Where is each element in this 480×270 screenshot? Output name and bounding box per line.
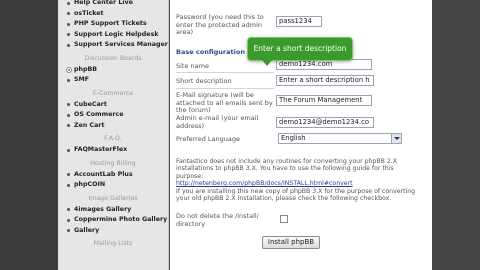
sidebar-heading-hosting: Hosting Billing: [90, 159, 136, 167]
chevron-down-icon[interactable]: [391, 134, 401, 143]
sidebar-group-hosting: AccountLab Plus phpCOIN: [58, 170, 168, 191]
site-name-field[interactable]: demo1234.com: [276, 59, 372, 70]
sidebar-item[interactable]: Support Logic Helpdesk: [58, 30, 168, 41]
email-signature-field[interactable]: The Forum Management: [276, 95, 372, 106]
sidebar-item-label: SMF: [74, 76, 90, 83]
sidebar-group-gallery: 4images Gallery Coppermine Photo Gallery G…: [58, 205, 168, 237]
sidebar-group-ecommerce: CubeCart OS Commerce Zen Cart: [58, 100, 168, 132]
bullet-icon: [67, 1, 70, 5]
left-frame: [0, 0, 58, 270]
bullet-icon: [67, 173, 70, 176]
sidebar-item[interactable]: OS Commerce: [58, 110, 168, 121]
sidebar-item-label: Support Services Manager: [74, 41, 168, 48]
sidebar-item[interactable]: FAQMasterFlex: [58, 145, 168, 156]
divider: [176, 88, 274, 89]
sidebar-item[interactable]: Coppermine Photo Gallery: [58, 215, 168, 226]
sidebar-item-label: Coppermine Photo Gallery: [74, 216, 168, 223]
sidebar-item[interactable]: PHP Support Tickets: [58, 19, 168, 30]
install-phpbb-button[interactable]: Install phpBB: [262, 236, 320, 249]
sidebar-group-support: Help Center Live osTicket PHP Support Tick…: [58, 0, 168, 51]
convert-notice-text-2: If you are installing this new copy of p…: [176, 187, 416, 203]
sidebar-item-label: phpBB: [74, 65, 98, 73]
sidebar-item-label: osTicket: [74, 9, 104, 17]
script-sidebar: Help Center Live osTicket PHP Support Tick…: [58, 0, 169, 270]
sidebar-item[interactable]: Support Services Manager: [58, 40, 168, 51]
bullet-icon: [67, 113, 70, 117]
site-name-label: Site name: [176, 62, 209, 70]
password-field[interactable]: pass1234: [276, 16, 322, 27]
language-select[interactable]: English: [278, 133, 402, 144]
admin-email-label: Admin e-mail (your email address): [176, 114, 259, 130]
short-description-field[interactable]: Enter a short description h: [276, 75, 374, 86]
sidebar-item[interactable]: 4images Gallery: [58, 205, 168, 216]
sidebar-item[interactable]: Gallery: [58, 226, 168, 237]
bullet-icon: [67, 12, 70, 15]
bullet-icon: [67, 208, 70, 211]
sidebar-item-label: phpCOIN: [74, 181, 106, 188]
bullet-icon: [67, 218, 70, 222]
sidebar-item-label: OS Commerce: [74, 111, 124, 118]
radio-selected-icon: [66, 67, 72, 73]
bullet-icon: [67, 33, 70, 36]
sidebar-item[interactable]: phpBB: [58, 65, 168, 76]
bullet-icon: [67, 229, 70, 232]
admin-email-field[interactable]: demo1234@demo1234.co: [276, 117, 374, 128]
bullet-icon: [67, 78, 70, 82]
sidebar-item-label: AccountLab Plus: [74, 170, 133, 178]
right-frame: [432, 0, 480, 270]
no-delete-install-checkbox[interactable]: [280, 215, 288, 223]
sidebar-heading-faq: F.A.Q.: [104, 135, 122, 142]
sidebar-item-label: PHP Support Tickets: [74, 20, 147, 27]
short-description-label: Short description: [176, 77, 232, 85]
sidebar-item[interactable]: SMF: [58, 75, 168, 86]
sidebar-item[interactable]: CubeCart: [58, 100, 168, 111]
language-selected-value: English: [281, 134, 306, 142]
bullet-icon: [67, 183, 70, 187]
base-config-title: Base configuration: [176, 48, 245, 56]
sidebar-item-label: 4images Gallery: [74, 205, 132, 213]
sidebar-heading-discussion: Discussion Boards: [84, 54, 142, 62]
convert-guide-link[interactable]: http://netenberg.com/phpBB/docs/INSTALL.…: [176, 180, 353, 187]
sidebar-heading-ecommerce: E-Commerce: [92, 89, 134, 97]
sidebar-item[interactable]: Help Center Live: [58, 0, 168, 9]
short-description-tooltip: Enter a short description: [248, 38, 352, 66]
language-label: Preferred Language: [176, 135, 240, 143]
sidebar-item-label: Zen Cart: [74, 121, 105, 129]
no-delete-install-label: Do not delete the /install/ directory: [176, 212, 259, 228]
sidebar-group-discussion: phpBB SMF: [58, 65, 168, 86]
bullet-icon: [67, 43, 70, 47]
sidebar-item-label: CubeCart: [74, 100, 107, 108]
convert-notice: Fantastico does not include any routines…: [176, 158, 416, 202]
sidebar-item[interactable]: osTicket: [58, 9, 168, 20]
sidebar-item[interactable]: phpCOIN: [58, 180, 168, 191]
email-signature-label: E-Mail signature (will be attached to al…: [176, 91, 273, 114]
sidebar-group-faq: FAQMasterFlex: [58, 145, 168, 156]
sidebar-item[interactable]: Zen Cart: [58, 121, 168, 132]
sidebar-item-label: Support Logic Helpdesk: [74, 30, 159, 38]
sidebar-item-label: FAQMasterFlex: [74, 146, 128, 153]
bullet-icon: [67, 103, 70, 106]
divider: [176, 72, 274, 73]
bullet-icon: [67, 124, 70, 127]
sidebar-heading-mailing: Mailing Lists: [93, 240, 133, 247]
sidebar-heading-gallery: Image Galleries: [88, 194, 138, 202]
password-label: Password (you need this to enter the pro…: [176, 13, 264, 36]
bullet-icon: [67, 22, 70, 26]
sidebar-item-label: Gallery: [74, 226, 100, 234]
sidebar-item[interactable]: AccountLab Plus: [58, 170, 168, 181]
bullet-icon: [67, 148, 70, 152]
sidebar-item-label: Help Center Live: [74, 0, 133, 6]
